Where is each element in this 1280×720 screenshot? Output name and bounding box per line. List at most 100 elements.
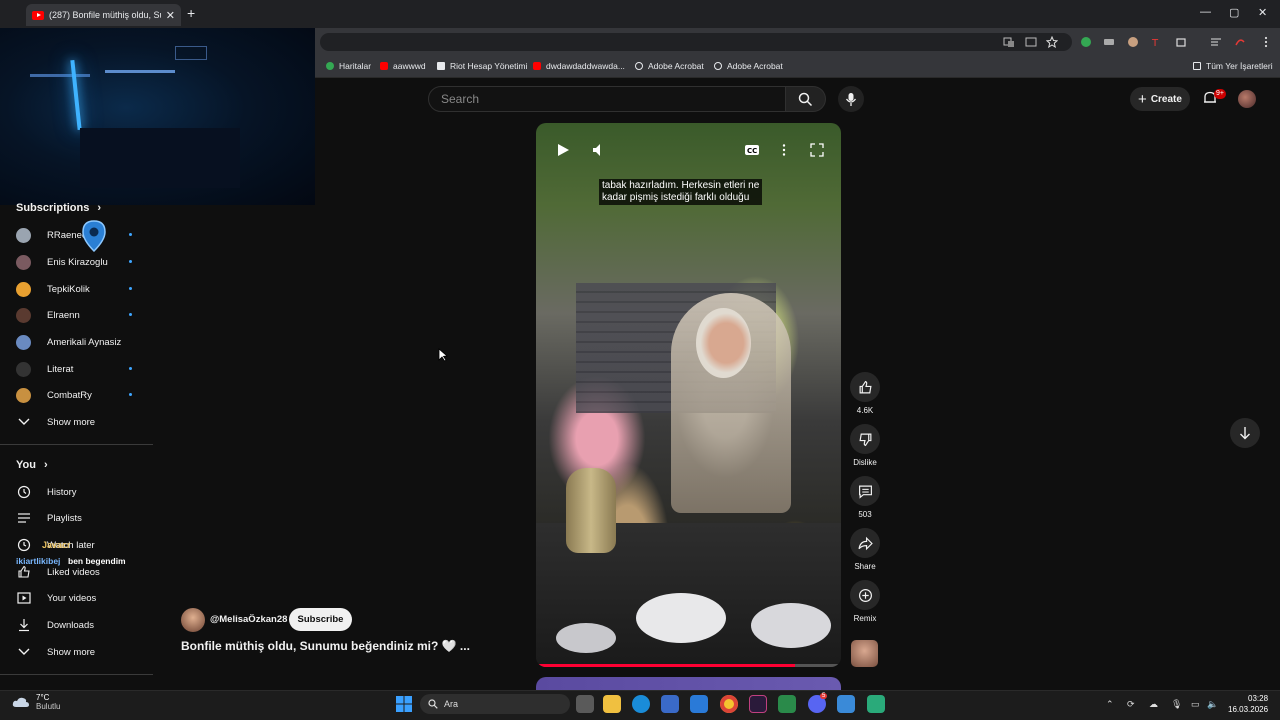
- bookmark-dwdaw[interactable]: dwdawdaddwawda...: [533, 61, 625, 71]
- dislike-button[interactable]: Dislike: [848, 424, 882, 467]
- extension-shield-icon[interactable]: [1080, 36, 1092, 48]
- new-content-dot: [129, 313, 132, 316]
- share-button[interactable]: Share: [848, 528, 882, 571]
- profile-swirl-icon[interactable]: [1234, 36, 1246, 48]
- tab-close-icon[interactable]: ✕: [166, 9, 175, 22]
- comments-button[interactable]: 503: [848, 476, 882, 519]
- browser-tab[interactable]: (287) Bonfile müthiş oldu, Sunumu beğend…: [26, 4, 181, 26]
- extensions-puzzle-icon[interactable]: [1175, 36, 1187, 48]
- remix-button[interactable]: Remix: [848, 580, 882, 623]
- play-icon[interactable]: [556, 143, 570, 157]
- chevron-right-icon: ›: [97, 202, 102, 214]
- media-controls-icon[interactable]: [1210, 36, 1222, 48]
- visual-studio-icon[interactable]: [749, 695, 767, 713]
- search-input[interactable]: Search: [428, 86, 786, 112]
- video-title[interactable]: Bonfile müthiş oldu, Sunumu beğendiniz m…: [181, 639, 470, 653]
- outlook-icon[interactable]: [690, 695, 708, 713]
- app-green-icon[interactable]: [867, 695, 885, 713]
- voice-search-button[interactable]: [838, 86, 864, 112]
- sidebar-item-rraenee[interactable]: RRaenee: [16, 225, 136, 245]
- chrome-icon[interactable]: [720, 695, 738, 713]
- like-button[interactable]: 4.6K: [848, 372, 882, 415]
- sidebar-item-tepkikolik[interactable]: TepkiKolik: [16, 279, 136, 299]
- tray-onedrive-icon[interactable]: ☁: [1149, 699, 1158, 710]
- app-gear-icon[interactable]: [837, 695, 855, 713]
- tray-chevron-up-icon[interactable]: ⌃: [1106, 699, 1114, 710]
- you-header[interactable]: You ›: [16, 459, 48, 471]
- short-video-player[interactable]: tabak hazırladım. Herkesin etleri ne kad…: [536, 123, 841, 667]
- volume-icon[interactable]: [592, 143, 606, 157]
- tray-monitor-icon[interactable]: ▭: [1191, 699, 1200, 710]
- sidebar-item-enis-kirazoglu[interactable]: Enis Kirazoglu: [16, 252, 136, 272]
- sidebar-item-elraenn[interactable]: Elraenn: [16, 305, 136, 325]
- show-more-you[interactable]: Show more: [16, 642, 136, 662]
- comment-count: 503: [858, 510, 872, 519]
- subscribe-button[interactable]: Subscribe: [289, 608, 352, 631]
- sidebar-item-amerikali-aynasiz[interactable]: Amerikali Aynasiz: [16, 332, 136, 352]
- globe-icon: [635, 62, 643, 70]
- channel-avatar: [16, 281, 31, 297]
- next-short-preview[interactable]: [536, 677, 841, 690]
- stream-overlay-text: Javacr: [42, 540, 71, 550]
- sidebar-item-downloads[interactable]: Downloads: [16, 615, 136, 635]
- sidebar-item-literat[interactable]: Literat: [16, 359, 136, 379]
- tray-volume-icon[interactable]: 🔈: [1207, 699, 1218, 710]
- windows-start-icon[interactable]: [396, 696, 412, 712]
- fullscreen-icon[interactable]: [810, 143, 824, 157]
- avatar[interactable]: [1238, 90, 1256, 108]
- store-icon[interactable]: [661, 695, 679, 713]
- channel-avatar[interactable]: [181, 608, 205, 632]
- sidebar-item-playlists[interactable]: Playlists: [16, 508, 136, 528]
- video-caption: tabak hazırladım. Herkesin etleri ne kad…: [599, 179, 763, 205]
- tray-sync-icon[interactable]: ⟳: [1127, 699, 1135, 710]
- extension-cards-icon[interactable]: [1103, 36, 1115, 48]
- search-button[interactable]: [786, 86, 826, 112]
- map-pin-overlay-icon: [82, 220, 106, 252]
- new-content-dot: [129, 287, 132, 290]
- extension-face-icon[interactable]: [1127, 36, 1139, 48]
- create-button[interactable]: + Create: [1130, 87, 1190, 111]
- chrome-menu-icon[interactable]: [1260, 36, 1272, 48]
- close-window-button[interactable]: ✕: [1258, 6, 1267, 19]
- channel-avatar: [16, 227, 31, 243]
- closed-captions-icon[interactable]: CC: [744, 143, 760, 157]
- subscriptions-header[interactable]: Subscriptions ›: [16, 202, 101, 214]
- cast-icon[interactable]: [1025, 36, 1037, 48]
- channel-avatar: [16, 334, 31, 350]
- minimize-button[interactable]: —: [1200, 6, 1211, 18]
- bookmark-riot[interactable]: Riot Hesap Yönetimi: [437, 61, 527, 71]
- bookmark-aawwwd[interactable]: aawwwd: [380, 61, 426, 71]
- next-short-button[interactable]: [1230, 418, 1260, 448]
- video-progress-bar[interactable]: [536, 664, 841, 667]
- excel-icon[interactable]: [778, 695, 796, 713]
- bookmark-adobe-2[interactable]: Adobe Acrobat: [714, 61, 783, 71]
- weather-widget[interactable]: 7°C Bulutlu: [12, 693, 60, 711]
- video-progress-fill: [536, 664, 796, 667]
- sidebar-item-your-videos[interactable]: Your videos: [16, 588, 136, 608]
- more-options-icon[interactable]: [781, 143, 787, 157]
- comment-icon: [858, 485, 872, 499]
- show-more-subscriptions[interactable]: Show more: [16, 412, 136, 432]
- task-view-icon[interactable]: [576, 695, 594, 713]
- bookmark-haritalar[interactable]: Haritalar: [326, 61, 371, 71]
- address-bar[interactable]: [320, 33, 1072, 51]
- sidebar-item-history[interactable]: History: [16, 482, 136, 502]
- new-tab-button[interactable]: +: [187, 5, 195, 21]
- edge-icon[interactable]: [632, 695, 650, 713]
- sidebar-item-combatry[interactable]: CombatRy: [16, 385, 136, 405]
- bookmark-adobe-1[interactable]: Adobe Acrobat: [635, 61, 704, 71]
- bookmark-star-icon[interactable]: [1046, 36, 1058, 48]
- extension-red-icon[interactable]: T: [1151, 36, 1163, 48]
- translate-icon[interactable]: [1003, 36, 1015, 48]
- maximize-button[interactable]: ▢: [1229, 6, 1239, 19]
- taskbar-clock[interactable]: 03:28 16.03.2026: [1228, 693, 1268, 715]
- chevron-right-icon: ›: [43, 459, 48, 471]
- svg-text:CC: CC: [747, 147, 757, 155]
- file-explorer-icon[interactable]: [603, 695, 621, 713]
- all-bookmarks[interactable]: Tüm Yer İşaretleri: [1193, 61, 1273, 71]
- sound-remix-thumbnail[interactable]: [851, 640, 878, 667]
- channel-name[interactable]: @MelisaÖzkan28: [210, 614, 287, 625]
- taskbar-search[interactable]: Ara: [420, 694, 570, 714]
- sidebar-item-watch-later[interactable]: Watch later: [16, 535, 136, 555]
- tray-mic-icon[interactable]: 🎙: [1171, 699, 1182, 710]
